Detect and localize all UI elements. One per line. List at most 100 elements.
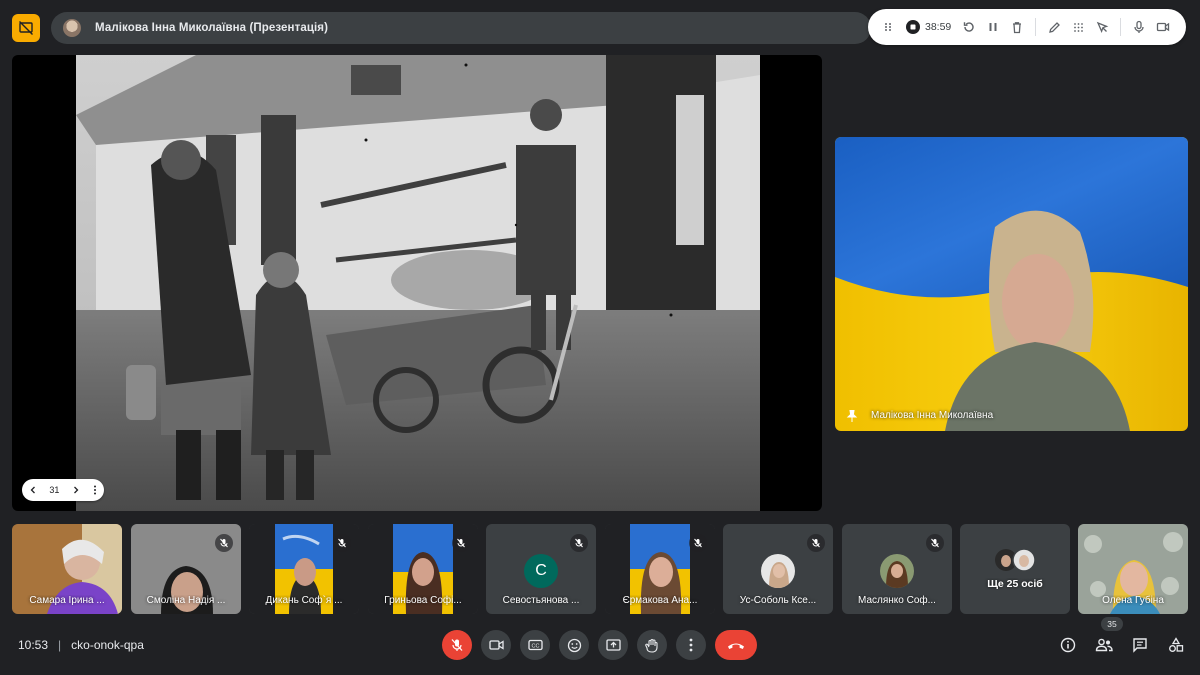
highlighter-icon xyxy=(1073,22,1083,32)
participant-tile[interactable]: Ус-Соболь Ксе... xyxy=(723,524,833,614)
shapes-icon xyxy=(1169,637,1184,652)
participant-name: Дикань Соф`я ... xyxy=(265,595,343,606)
participant-tile[interactable]: Гриньова Софі... xyxy=(368,524,478,614)
next-slide-button[interactable] xyxy=(71,485,81,495)
presenter-avatar xyxy=(63,19,81,37)
mic-off-icon xyxy=(457,538,465,548)
slide-number: 31 xyxy=(49,485,60,495)
mic-off-icon xyxy=(451,639,463,651)
delete-button[interactable] xyxy=(1007,17,1027,37)
participant-letter-avatar: С xyxy=(524,554,558,588)
mic-icon xyxy=(1134,20,1144,33)
restart-button[interactable] xyxy=(959,17,979,37)
participant-muted-indicator xyxy=(689,534,707,552)
slide-historical-photo xyxy=(76,55,760,511)
toolbar-camera-button[interactable] xyxy=(1153,17,1173,37)
restart-icon xyxy=(964,22,974,32)
slide-more-options-icon[interactable] xyxy=(92,484,98,496)
participant-muted-indicator xyxy=(807,534,825,552)
speaker-name: Малікова Інна Миколаївна xyxy=(871,410,994,421)
participant-muted-indicator xyxy=(452,534,470,552)
presentation-stage[interactable]: 31 xyxy=(12,55,822,511)
participant-tile[interactable]: Єрмакова Ана... xyxy=(605,524,715,614)
hang-up-icon xyxy=(728,643,744,649)
participant-name: Смоліна Надія ... xyxy=(146,595,226,606)
raise-hand-button[interactable] xyxy=(637,630,667,660)
timer-text: 38:59 xyxy=(925,21,952,33)
camera-icon xyxy=(1157,22,1170,32)
present-off-icon xyxy=(19,21,33,35)
pen-button[interactable] xyxy=(1044,17,1064,37)
microphone-toggle-button[interactable] xyxy=(442,630,472,660)
present-screen-button[interactable] xyxy=(598,630,628,660)
meeting-code[interactable]: cko-onok-qpa xyxy=(71,638,144,652)
toolbar-mic-button[interactable] xyxy=(1129,17,1149,37)
participant-name: Самара Ірина ... xyxy=(29,595,105,606)
meeting-details-button[interactable] xyxy=(1058,635,1078,655)
toolbar-divider xyxy=(1035,18,1037,36)
mic-off-icon xyxy=(931,538,939,548)
participant-tile[interactable]: Маслянко Соф... xyxy=(842,524,952,614)
participant-name: Єрмакова Ана... xyxy=(622,595,698,606)
participant-muted-indicator xyxy=(333,534,351,552)
activities-button[interactable] xyxy=(1166,635,1186,655)
mic-off-icon xyxy=(812,538,820,548)
participant-name: Олена Губіна xyxy=(1102,595,1164,606)
recording-toolbar: 38:59 xyxy=(868,9,1186,45)
presentation-toggle-button[interactable] xyxy=(12,14,40,42)
drag-handle-icon xyxy=(885,23,891,31)
participant-muted-indicator xyxy=(215,534,233,552)
reactions-button[interactable] xyxy=(559,630,589,660)
highlighter-button[interactable] xyxy=(1068,17,1088,37)
svg-text:CC: CC xyxy=(531,644,539,650)
pin-icon[interactable] xyxy=(845,409,859,423)
hand-icon xyxy=(645,638,658,653)
previous-slide-button[interactable] xyxy=(28,485,38,495)
mic-off-icon xyxy=(694,538,702,548)
chat-button[interactable] xyxy=(1130,635,1150,655)
pen-icon xyxy=(1048,21,1060,33)
more-vert-icon xyxy=(689,638,693,652)
participant-muted-indicator xyxy=(926,534,944,552)
pointer-icon xyxy=(1096,21,1109,33)
presenter-title: Малікова Інна Миколаївна (Презентація) xyxy=(95,22,329,34)
speaker-tile[interactable]: Малікова Інна Миколаївна xyxy=(835,137,1188,431)
participant-photo-avatar xyxy=(880,554,914,588)
drag-handle[interactable] xyxy=(878,17,898,37)
participant-tile[interactable]: С Севостьянова ... xyxy=(486,524,596,614)
call-controls: CC xyxy=(442,630,757,660)
more-participants-avatars xyxy=(995,548,1036,572)
more-participants-tile[interactable]: Ще 25 осіб xyxy=(960,524,1070,614)
closed-captions-icon: CC xyxy=(527,639,543,651)
people-button[interactable]: 35 xyxy=(1094,617,1123,655)
participant-name: Севостьянова ... xyxy=(502,595,580,606)
participant-tile[interactable]: Самара Ірина ... xyxy=(12,524,122,614)
presenter-title-bar[interactable]: Малікова Інна Миколаївна (Презентація) xyxy=(51,12,871,44)
people-count-badge: 35 xyxy=(1101,617,1123,631)
participant-name: Гриньова Софі... xyxy=(384,595,462,606)
speaker-video xyxy=(835,137,1188,431)
participant-name: Маслянко Соф... xyxy=(858,595,936,606)
emoji-icon xyxy=(567,638,581,652)
more-options-button[interactable] xyxy=(676,630,706,660)
participant-name: Ус-Соболь Ксе... xyxy=(739,595,817,606)
leave-call-button[interactable] xyxy=(715,630,757,660)
camera-toggle-button[interactable] xyxy=(481,630,511,660)
info-divider: | xyxy=(58,638,62,652)
captions-button[interactable]: CC xyxy=(520,630,550,660)
participant-tile[interactable]: Смоліна Надія ... xyxy=(131,524,241,614)
pause-icon xyxy=(989,23,997,31)
mic-off-icon xyxy=(220,538,228,548)
participant-tile[interactable]: Дикань Соф`я ... xyxy=(249,524,359,614)
pause-button[interactable] xyxy=(983,17,1003,37)
camera-icon xyxy=(488,640,504,650)
participant-tile[interactable]: Олена Губіна xyxy=(1078,524,1188,614)
participant-muted-indicator xyxy=(570,534,588,552)
record-stop-icon xyxy=(906,20,920,34)
meeting-side-actions: 35 xyxy=(1058,617,1186,658)
recording-timer[interactable]: 38:59 xyxy=(906,20,951,34)
more-participants-label: Ще 25 осіб xyxy=(987,578,1043,590)
meeting-info: 10:53 | cko-onok-qpa xyxy=(18,636,144,654)
pointer-button[interactable] xyxy=(1092,17,1112,37)
present-screen-icon xyxy=(605,638,621,651)
